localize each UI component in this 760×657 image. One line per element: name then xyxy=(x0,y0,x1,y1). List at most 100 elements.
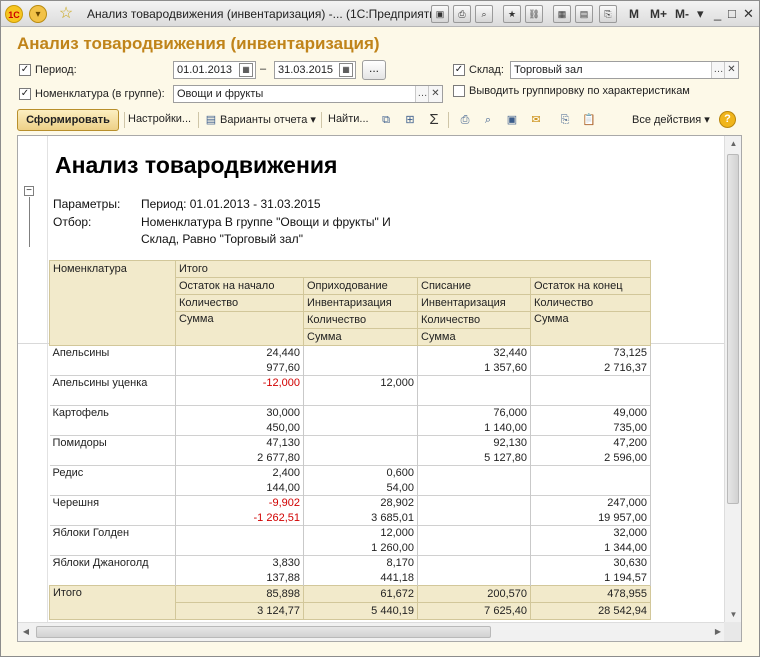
sum-cell[interactable] xyxy=(530,480,651,496)
clear-icon[interactable]: ✕ xyxy=(724,62,738,78)
logo-1c-icon[interactable]: 1С xyxy=(5,5,23,23)
period-choose-button[interactable]: ... xyxy=(362,60,386,80)
report-variants-icon[interactable]: ▤ xyxy=(203,112,219,128)
add-favorite-icon[interactable]: ★ xyxy=(503,5,521,23)
sum-cell[interactable]: 1 344,00 xyxy=(530,540,651,556)
warehouse-input[interactable]: Торговый зал … ✕ xyxy=(510,61,739,79)
clear-icon[interactable]: ✕ xyxy=(428,86,442,102)
group-icon[interactable]: ⊞ xyxy=(402,112,418,128)
quantity-cell[interactable] xyxy=(303,405,418,421)
row-name[interactable]: Картофель xyxy=(49,405,176,436)
quantity-cell[interactable] xyxy=(417,465,531,481)
sum-cell[interactable] xyxy=(417,540,531,556)
quantity-cell[interactable]: 47,130 xyxy=(175,435,304,451)
preview-icon[interactable]: ⌕ xyxy=(475,5,493,23)
report-spreadsheet[interactable]: − Анализ товародвижения Параметры: Перио… xyxy=(17,135,742,642)
vertical-scrollbar[interactable]: ▲ ▼ xyxy=(724,136,741,622)
scroll-down-icon[interactable]: ▼ xyxy=(725,610,741,619)
quantity-cell[interactable]: 76,000 xyxy=(417,405,531,421)
copy-cells-icon[interactable]: ⧉ xyxy=(378,112,394,128)
sum-cell[interactable]: 3 685,01 xyxy=(303,510,418,526)
scroll-up-icon[interactable]: ▲ xyxy=(725,139,741,148)
quantity-cell[interactable]: 12,000 xyxy=(303,375,418,391)
quantity-cell[interactable]: 47,200 xyxy=(530,435,651,451)
sum-cell[interactable]: 2 677,80 xyxy=(175,450,304,466)
sum-cell[interactable]: -1 262,51 xyxy=(175,510,304,526)
quantity-cell[interactable]: -9,902 xyxy=(175,495,304,511)
sum-cell[interactable] xyxy=(530,390,651,406)
all-actions-button[interactable]: Все действия ▾ xyxy=(632,113,710,126)
quantity-cell[interactable]: 32,000 xyxy=(530,525,651,541)
save-icon[interactable]: ▣ xyxy=(431,5,449,23)
save-icon[interactable]: ▣ xyxy=(504,112,520,128)
calendar-icon[interactable]: ▦ xyxy=(239,63,253,77)
period-checkbox[interactable]: ✓ xyxy=(19,64,31,76)
print-icon[interactable]: ⎙ xyxy=(453,5,471,23)
quantity-cell[interactable] xyxy=(175,525,304,541)
quantity-cell[interactable]: 247,000 xyxy=(530,495,651,511)
memory-plus-button[interactable]: M+ xyxy=(650,7,667,21)
copy-icon[interactable]: ⎘ xyxy=(557,112,573,128)
quantity-cell[interactable]: -12,000 xyxy=(175,375,304,391)
quantity-cell[interactable] xyxy=(417,495,531,511)
email-icon[interactable]: ✉ xyxy=(528,112,544,128)
collapse-group-icon[interactable]: − xyxy=(24,186,34,196)
sum-cell[interactable]: 735,00 xyxy=(530,420,651,436)
quantity-cell[interactable] xyxy=(530,465,651,481)
calculator-icon[interactable]: ▦ xyxy=(553,5,571,23)
find-button[interactable]: Найти... xyxy=(328,113,369,125)
period-to-input[interactable]: 31.03.2015 ▦ xyxy=(274,61,356,79)
favorite-star-icon[interactable]: ☆ xyxy=(57,5,75,23)
maximize-icon[interactable]: □ xyxy=(728,6,736,21)
horizontal-scrollbar[interactable]: ◀ ▶ xyxy=(18,622,726,641)
sum-cell[interactable]: 1 357,60 xyxy=(417,360,531,376)
quantity-cell[interactable] xyxy=(417,525,531,541)
sum-cell[interactable] xyxy=(417,510,531,526)
sum-cell[interactable] xyxy=(175,540,304,556)
sum-cell[interactable]: 450,00 xyxy=(175,420,304,436)
scroll-right-icon[interactable]: ▶ xyxy=(712,627,724,636)
quantity-cell[interactable] xyxy=(530,375,651,391)
sum-cell[interactable] xyxy=(417,390,531,406)
quantity-cell[interactable] xyxy=(303,345,418,361)
sum-cell[interactable]: 441,18 xyxy=(303,570,418,586)
group-by-characteristics-checkbox[interactable] xyxy=(453,85,465,97)
quantity-cell[interactable]: 73,125 xyxy=(530,345,651,361)
paste-icon[interactable]: 📋 xyxy=(581,112,597,128)
select-dots-icon[interactable]: … xyxy=(415,86,429,102)
sum-cell[interactable] xyxy=(417,570,531,586)
sum-cell[interactable]: 1 140,00 xyxy=(417,420,531,436)
preview-icon[interactable]: ⌕ xyxy=(480,112,496,128)
quantity-cell[interactable]: 2,400 xyxy=(175,465,304,481)
quantity-cell[interactable]: 8,170 xyxy=(303,555,418,571)
sum-cell[interactable]: 1 194,57 xyxy=(530,570,651,586)
menu-dropdown-icon[interactable]: ▾ xyxy=(29,5,47,23)
horizontal-scroll-thumb[interactable] xyxy=(36,626,491,638)
row-name[interactable]: Яблоки Джаноголд xyxy=(49,555,176,586)
sum-cell[interactable]: 977,60 xyxy=(175,360,304,376)
calendar-icon[interactable]: ▤ xyxy=(575,5,593,23)
quantity-cell[interactable]: 49,000 xyxy=(530,405,651,421)
chevron-down-icon[interactable]: ▾ xyxy=(697,6,704,22)
nomenclature-checkbox[interactable]: ✓ xyxy=(19,88,31,100)
sum-cell[interactable]: 54,00 xyxy=(303,480,418,496)
clipboard-icon[interactable]: ⎘ xyxy=(599,5,617,23)
row-name[interactable]: Яблоки Голден xyxy=(49,525,176,556)
sum-cell[interactable] xyxy=(303,420,418,436)
quantity-cell[interactable] xyxy=(303,435,418,451)
minimize-icon[interactable]: _ xyxy=(714,6,721,21)
sum-cell[interactable] xyxy=(303,450,418,466)
quantity-cell[interactable] xyxy=(417,375,531,391)
warehouse-checkbox[interactable]: ✓ xyxy=(453,64,465,76)
row-name[interactable]: Помидоры xyxy=(49,435,176,466)
sum-cell[interactable]: 2 596,00 xyxy=(530,450,651,466)
memory-m-button[interactable]: M xyxy=(629,7,639,21)
row-name[interactable]: Черешня xyxy=(49,495,176,526)
print-icon[interactable]: ⎙ xyxy=(457,112,473,128)
quantity-cell[interactable]: 0,600 xyxy=(303,465,418,481)
sum-cell[interactable] xyxy=(417,480,531,496)
quantity-cell[interactable]: 12,000 xyxy=(303,525,418,541)
quantity-cell[interactable]: 30,630 xyxy=(530,555,651,571)
quantity-cell[interactable] xyxy=(417,555,531,571)
memory-minus-button[interactable]: M- xyxy=(675,7,689,21)
